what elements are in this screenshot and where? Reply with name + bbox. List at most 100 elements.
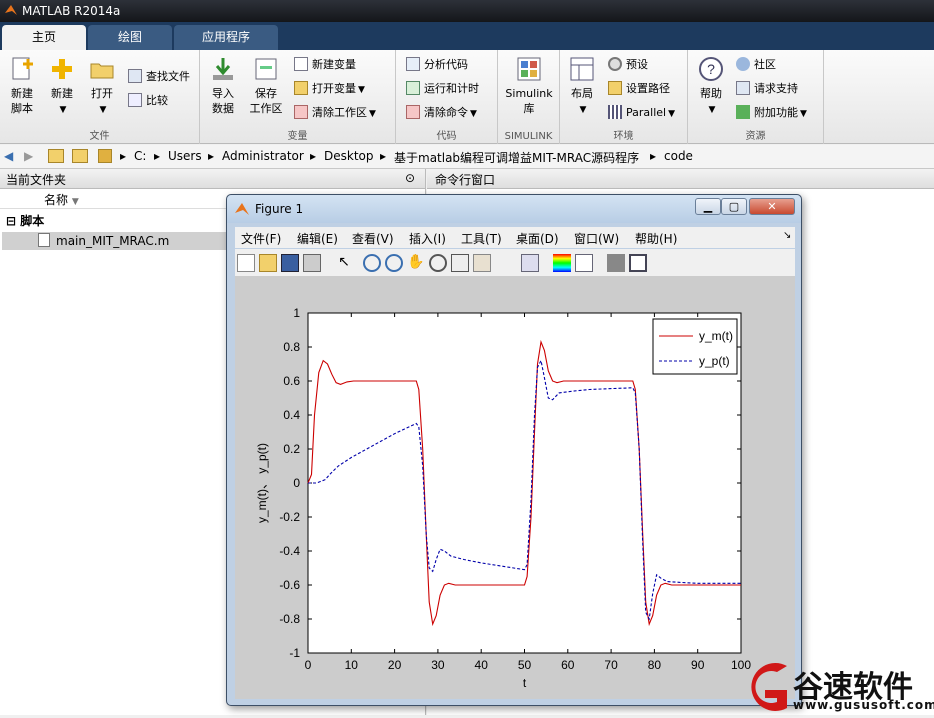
pan-hand-icon[interactable]: ✋ [407,254,425,272]
group-label-file: 文件 [89,131,110,142]
y-axis-label: y_m(t)、 y_p(t) [255,443,269,523]
x-axis-label: t [523,676,527,690]
save-workspace-button[interactable]: 保存 工作区 [246,56,286,116]
menu-window[interactable]: 窗口(W) [574,230,619,247]
x-tick-label: 40 [475,658,489,672]
open-file-icon[interactable] [259,254,277,272]
ribbon-tab-strip: 主页 绘图 应用程序 [0,22,934,50]
breadcrumb-administrator[interactable]: Administrator [222,149,304,163]
browse-folder-icon[interactable] [72,149,88,163]
brush-icon[interactable] [473,254,491,272]
preferences-button[interactable]: 预设 [608,56,648,74]
y-tick-label: 0 [293,476,300,490]
help-button[interactable]: ? 帮助 ▼ [694,56,728,118]
x-tick-label: 10 [345,658,359,672]
y-tick-label: -0.4 [279,544,300,558]
set-path-button[interactable]: 设置路径 [608,80,670,98]
legend-label: y_m(t) [699,329,733,343]
request-support-button[interactable]: 请求支持 [736,80,798,98]
tab-plots[interactable]: 绘图 [88,25,172,50]
ribbon-group-file: 新建 脚本 新建 ▼ 打开 ▼ 查找文件 比较 文件 [0,50,200,144]
pointer-icon[interactable]: ↖ [335,254,353,272]
compare-button[interactable]: 比较 [128,92,168,110]
watermark-logo: 谷速软件 www.gususoft.com [735,658,934,715]
gusu-logo-icon [751,663,787,711]
plus-icon [52,59,72,79]
figure-title-bar[interactable]: Figure 1 ▁ ▢ ✕ [227,195,801,223]
root-folder-icon[interactable] [98,149,112,163]
parallel-icon [608,105,622,119]
new-figure-icon[interactable] [237,254,255,272]
up-folder-icon[interactable] [48,149,64,163]
save-workspace-icon [255,58,277,80]
new-script-icon [12,57,33,80]
menu-edit[interactable]: 编辑(E) [297,230,338,247]
rotate-3d-icon[interactable] [429,254,447,272]
ribbon-group-resources: ? 帮助 ▼ 社区 请求支持 附加功能 ▼ 资源 [688,50,824,144]
clear-commands-button[interactable]: 清除命令 ▼ [406,104,477,122]
panel-menu-chevron-icon[interactable]: ⊙ [405,171,415,185]
breadcrumb-c[interactable]: C: [134,149,146,163]
new-button[interactable]: 新建 ▼ [44,56,80,118]
x-tick-label: 90 [691,658,705,672]
new-script-button[interactable]: 新建 脚本 [4,56,40,116]
menu-insert[interactable]: 插入(I) [409,230,446,247]
back-arrow-icon[interactable]: ◀ [4,149,13,163]
y-tick-label: -0.8 [279,612,300,626]
clear-workspace-button[interactable]: 清除工作区 ▼ [294,104,376,122]
breadcrumb-users[interactable]: Users [168,149,202,163]
zoom-out-icon[interactable] [385,254,403,272]
community-button[interactable]: 社区 [736,56,776,74]
data-cursor-icon[interactable] [451,254,469,272]
analyze-code-button[interactable]: 分析代码 [406,56,468,74]
find-files-icon [128,69,142,83]
breadcrumb-code[interactable]: code [664,149,693,163]
open-variable-button[interactable]: 打开变量 ▼ [294,80,365,98]
analyze-code-icon [406,57,420,71]
close-button[interactable]: ✕ [749,198,795,215]
hide-plot-tools-icon[interactable] [607,254,625,272]
new-variable-button[interactable]: 新建变量 [294,56,356,74]
breadcrumb-desktop[interactable]: Desktop [324,149,374,163]
layout-button[interactable]: 布局 ▼ [566,56,598,118]
zoom-in-icon[interactable] [363,254,381,272]
current-folder-header: 当前文件夹 ⊙ [0,169,425,189]
find-files-button[interactable]: 查找文件 [128,68,190,86]
gear-icon [608,57,622,71]
file-item-main[interactable]: main_MIT_MRAC.m [2,232,226,250]
link-plot-icon[interactable] [521,254,539,272]
menu-desktop[interactable]: 桌面(D) [516,230,559,247]
maximize-button[interactable]: ▢ [721,198,747,215]
run-and-time-button[interactable]: 运行和计时 [406,80,479,98]
folder-icon [90,63,114,79]
breadcrumb-project-folder[interactable]: 基于matlab编程可调增益MIT-MRAC源码程序 [394,149,639,166]
y-tick-label: 0.6 [283,374,300,388]
menu-help[interactable]: 帮助(H) [635,230,677,247]
colorbar-icon[interactable] [553,254,571,272]
save-figure-icon[interactable] [281,254,299,272]
print-icon[interactable] [303,254,321,272]
clear-workspace-icon [294,105,308,119]
open-button[interactable]: 打开 ▼ [84,56,120,118]
show-plot-tools-icon[interactable] [629,254,647,272]
simulink-library-button[interactable]: Simulink 库 [504,56,554,116]
minimize-button[interactable]: ▁ [695,198,721,215]
set-path-icon [608,81,622,95]
forward-arrow-icon[interactable]: ▶ [24,149,33,163]
menu-view[interactable]: 查看(V) [352,230,394,247]
figure-menu-bar: 文件(F) 编辑(E) 查看(V) 插入(I) 工具(T) 桌面(D) 窗口(W… [235,227,795,248]
legend-icon[interactable] [575,254,593,272]
dock-arrow-icon[interactable]: ↘ [783,230,791,241]
tab-home[interactable]: 主页 [2,25,86,50]
ribbon: 新建 脚本 新建 ▼ 打开 ▼ 查找文件 比较 文件 导入 数据 保存 工作区 新建变量 … [0,50,934,144]
y-tick-label: -0.2 [279,510,300,524]
menu-file[interactable]: 文件(F) [241,230,281,247]
ribbon-group-variable: 导入 数据 保存 工作区 新建变量 打开变量 ▼ 清除工作区 ▼ 变量 [200,50,396,144]
parallel-button[interactable]: Parallel ▼ [608,104,675,122]
menu-tools[interactable]: 工具(T) [461,230,502,247]
addons-button[interactable]: 附加功能 ▼ [736,104,807,122]
tab-apps[interactable]: 应用程序 [174,25,278,50]
y-tick-label: -0.6 [279,578,300,592]
help-icon: ? [699,57,723,81]
import-data-button[interactable]: 导入 数据 [206,56,240,116]
